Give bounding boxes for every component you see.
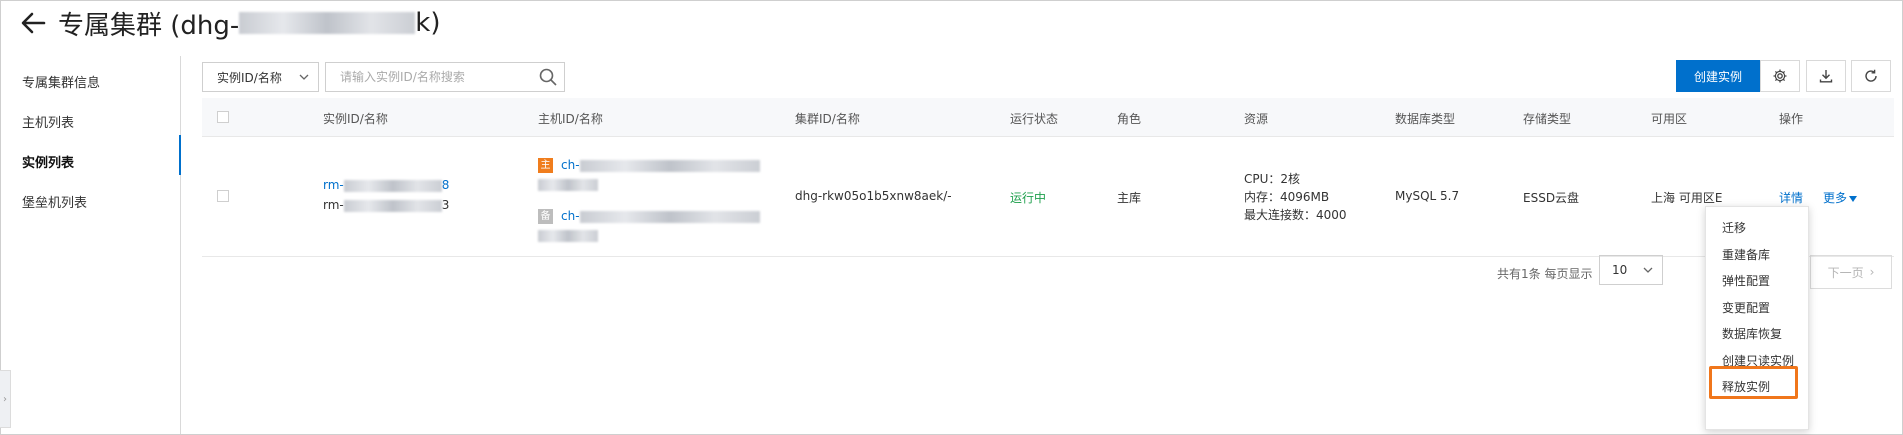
search-input[interactable]: [325, 62, 565, 92]
page-title-prefix: 专属集群 (dhg-: [58, 10, 240, 41]
column-header-resource: 资源: [1244, 112, 1269, 126]
caret-down-icon: [1849, 195, 1858, 202]
highlight-box: [1709, 366, 1798, 399]
select-all-checkbox[interactable]: [217, 111, 229, 123]
page-size-value: 10: [1612, 263, 1628, 277]
chevron-down-icon: [1643, 267, 1653, 273]
resource-info: CPU：2核 内存：4096MB 最大连接数：4000: [1244, 170, 1347, 224]
page-title-suffix: k): [415, 8, 441, 38]
status-badge: 运行中: [1010, 191, 1047, 205]
instance-id-suffix: 8: [441, 178, 450, 192]
filter-field-select[interactable]: 实例ID/名称: [202, 62, 319, 92]
instance-name-suffix: 3: [441, 198, 450, 212]
sidebar-item-bastion-list[interactable]: 堡垒机列表: [22, 192, 87, 211]
next-page-label: 下一页: [1827, 265, 1864, 280]
back-arrow-icon[interactable]: [18, 8, 48, 38]
pagination-summary: 共有1条 每页显示: [1497, 267, 1593, 281]
row-checkbox[interactable]: [217, 190, 229, 202]
download-button[interactable]: [1806, 60, 1846, 92]
sidebar-item-host-list[interactable]: 主机列表: [22, 112, 74, 131]
redacted-cluster-id: [239, 12, 416, 34]
redacted-instance-name: [343, 199, 442, 212]
redacted-instance-id: [343, 179, 442, 192]
table-row: rm- 8 rm- 3 主 ch- 备 ch- dhg-rkw05o1b5xnw8aek…: [202, 136, 1894, 257]
chevron-down-icon: [299, 74, 309, 80]
redacted-host-backup: [579, 210, 760, 223]
detail-link[interactable]: 详情: [1779, 189, 1803, 206]
instance-name-prefix: rm-: [323, 198, 344, 212]
chevron-right-icon: ›: [3, 393, 7, 405]
next-page-button[interactable]: 下一页 ›: [1810, 255, 1892, 289]
create-instance-button[interactable]: 创建实例: [1676, 60, 1760, 92]
column-header-host: 主机ID/名称: [538, 112, 603, 126]
refresh-button[interactable]: [1851, 60, 1891, 92]
column-header-storage: 存储类型: [1523, 112, 1572, 126]
search-icon[interactable]: [538, 67, 558, 87]
db-type-value: MySQL 5.7: [1395, 189, 1460, 203]
column-header-role: 角色: [1117, 112, 1142, 126]
column-header-status: 运行状态: [1010, 112, 1059, 126]
filter-field-value: 实例ID/名称: [217, 70, 282, 85]
menu-item-migrate[interactable]: 迁移: [1722, 219, 1746, 236]
instance-id-link[interactable]: rm- 8: [323, 178, 449, 192]
menu-item-change-config[interactable]: 变更配置: [1722, 299, 1770, 316]
table-header: 实例ID/名称 主机ID/名称 集群ID/名称 运行状态 角色 资源 数据库类型…: [202, 98, 1894, 137]
redacted-host-main-line2: [538, 179, 598, 191]
sidebar: 专属集群信息 主机列表 实例列表 堡垒机列表: [0, 56, 181, 434]
more-actions-label: 更多: [1823, 191, 1848, 205]
instance-name: rm- 3: [323, 198, 449, 212]
host-backup-link[interactable]: ch-: [561, 209, 580, 223]
column-header-cluster: 集群ID/名称: [795, 112, 860, 126]
role-value: 主库: [1117, 191, 1142, 205]
more-actions-dropdown[interactable]: 更多: [1823, 189, 1858, 206]
sidebar-item-instance-list[interactable]: 实例列表: [22, 152, 74, 171]
page-title: 专属集群 (dhg- k): [18, 6, 441, 41]
storage-type-value: ESSD云盘: [1523, 191, 1580, 205]
cluster-id: dhg-rkw05o1b5xnw8aek/-: [795, 189, 952, 203]
host-backup: 备 ch-: [538, 209, 760, 224]
gear-icon: [1773, 69, 1787, 83]
resource-max-connections: 最大连接数：4000: [1244, 208, 1347, 222]
resource-cpu: CPU：2核: [1244, 172, 1301, 186]
main-tag: 主: [538, 158, 553, 173]
column-header-zone: 可用区: [1651, 112, 1688, 126]
menu-item-db-restore[interactable]: 数据库恢复: [1722, 325, 1782, 342]
column-header-instance: 实例ID/名称: [323, 112, 388, 126]
chevron-right-icon: ›: [1869, 265, 1875, 279]
column-header-db-type: 数据库类型: [1395, 112, 1456, 126]
instance-id-prefix: rm-: [323, 178, 344, 192]
refresh-icon: [1865, 69, 1877, 82]
backup-tag: 备: [538, 209, 553, 224]
sidebar-item-cluster-info[interactable]: 专属集群信息: [22, 72, 100, 91]
redacted-host-main: [579, 159, 760, 172]
download-icon: [1819, 70, 1833, 83]
collapse-sidebar-handle[interactable]: ›: [0, 370, 11, 428]
column-header-actions: 操作: [1779, 112, 1804, 126]
page-size-select[interactable]: 10: [1599, 255, 1663, 285]
zone-value: 上海 可用区E: [1651, 191, 1723, 205]
settings-button[interactable]: [1760, 60, 1800, 92]
host-main: 主 ch-: [538, 158, 760, 173]
resource-memory: 内存：4096MB: [1244, 190, 1330, 204]
sidebar-active-indicator: [179, 135, 181, 175]
menu-item-rebuild-standby[interactable]: 重建备库: [1722, 246, 1770, 263]
host-main-link[interactable]: ch-: [561, 158, 580, 172]
redacted-host-backup-line2: [538, 230, 598, 242]
menu-item-elastic-config[interactable]: 弹性配置: [1722, 272, 1770, 289]
